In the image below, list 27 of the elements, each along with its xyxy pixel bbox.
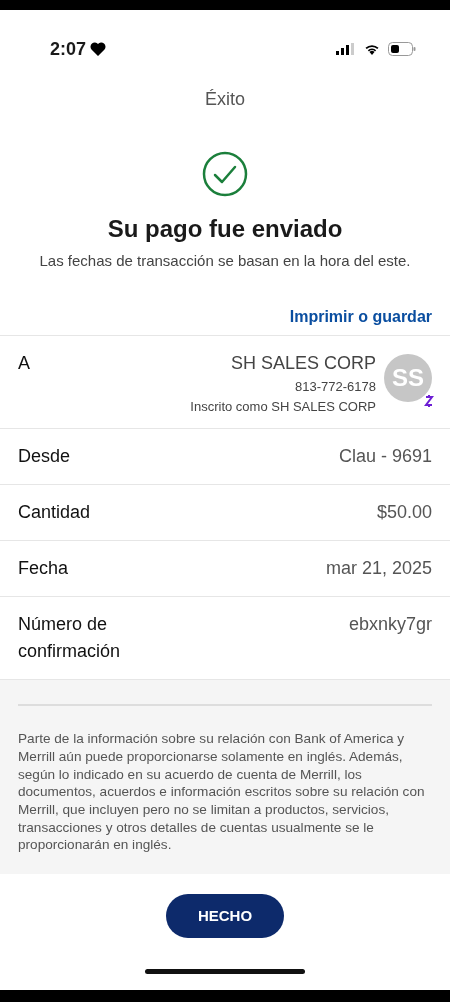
detail-value: mar 21, 2025: [325, 557, 432, 581]
detail-label: Fecha: [18, 557, 69, 581]
success-check-icon: [202, 151, 248, 197]
done-button[interactable]: HECHO: [166, 893, 284, 938]
detail-label: Desde: [18, 445, 71, 469]
heart-icon: [90, 42, 107, 56]
disclaimer-text: Parte de la información sobre su relación con Bank of America y Merrill aún puede proporcionarse solamente en inglés. Además, según lo indicado en su acuerdo de cuenta de Merrill, los documentos, acuerdos e información escritos sobre su relación con Merrill, que incluyen pero no se limitan a productos, servicios, transacciones y otros detalles de cuentas usualmente se le proporcionarán en inglés.: [18, 730, 426, 854]
detail-value: ebxnky7gr: [348, 613, 432, 637]
battery-icon: [388, 42, 416, 56]
info-text: Las fechas de transacción se basan en la hora del este.: [38, 251, 412, 271]
recipient-name: SH SALES CORP: [229, 352, 376, 376]
detail-label: A: [18, 352, 30, 376]
recipient-phone: 813-772-6178: [294, 378, 376, 397]
status-time: 2:07: [50, 37, 87, 61]
home-indicator[interactable]: [145, 969, 305, 974]
detail-value: $50.00: [376, 501, 432, 525]
detail-label: Cantidad: [18, 501, 91, 525]
zelle-badge-icon: [424, 394, 434, 409]
page-title: Éxito: [204, 88, 246, 111]
success-heading: Su pago fue enviado: [106, 214, 344, 244]
wifi-icon: [364, 43, 380, 55]
enrolled-text: Inscrito como SH SALES CORP: [190, 397, 376, 416]
detail-label: Número de confirmación: [18, 613, 122, 664]
detail-value: Clau - 9691: [338, 445, 432, 469]
signal-icon: [336, 43, 356, 55]
avatar: SS: [384, 354, 432, 403]
print-link[interactable]: Imprimir o guardar: [289, 308, 432, 326]
